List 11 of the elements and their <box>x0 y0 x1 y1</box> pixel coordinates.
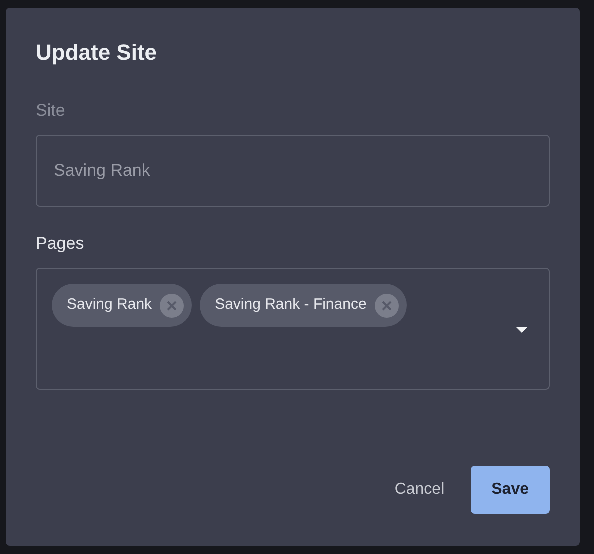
field-label: Site <box>36 102 66 119</box>
field-label: Pages <box>36 235 86 252</box>
cancel-button[interactable]: Cancel <box>390 466 449 514</box>
remove-icon[interactable] <box>374 294 399 318</box>
save-button[interactable]: Save <box>470 466 550 514</box>
chip-label: Saving Rank - Finance <box>215 295 367 316</box>
dropdown-icon[interactable] <box>516 327 528 333</box>
pages-select[interactable]: Saving Rank Saving Rank - Finance <box>36 268 550 390</box>
dialog-title: Update Site <box>36 42 158 64</box>
remove-icon[interactable] <box>160 294 184 318</box>
chip-label: Saving Rank <box>67 295 152 316</box>
